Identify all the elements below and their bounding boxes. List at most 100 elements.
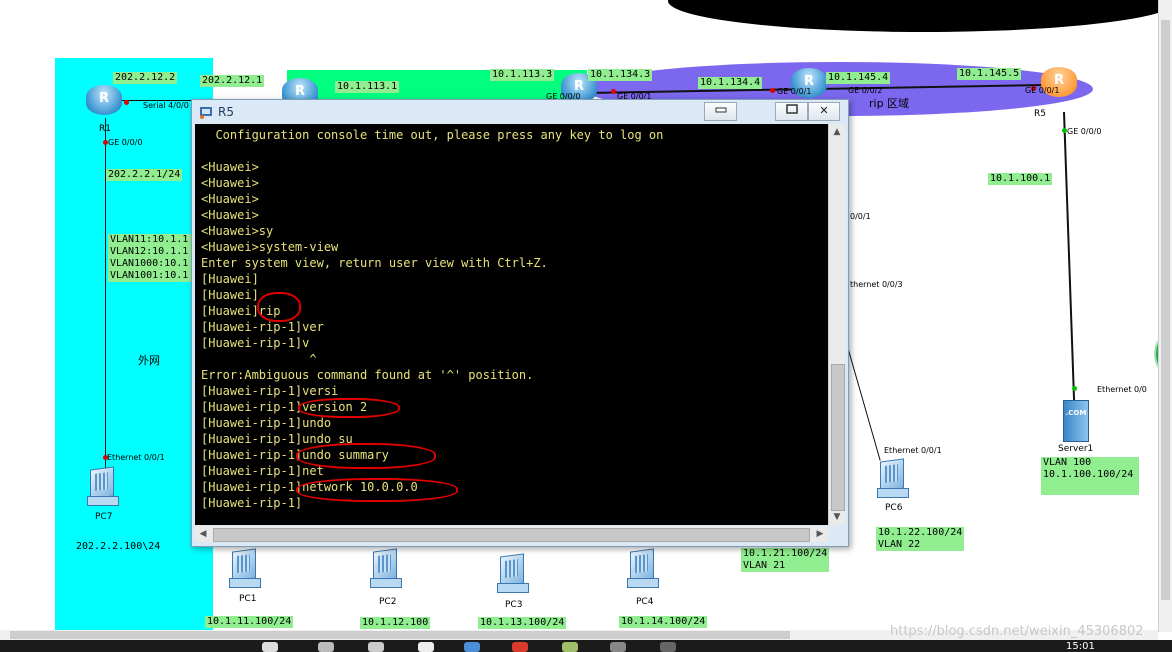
terminal-line: Enter system view, return user view with… — [201, 256, 548, 270]
scroll-down-arrow-icon[interactable]: ▼ — [829, 509, 845, 525]
annotation-circle-network — [296, 478, 458, 502]
window-titlebar[interactable]: R5 ✕ — [192, 100, 848, 124]
pc1-icon[interactable] — [226, 548, 262, 590]
terminal-line: <Huawei> — [201, 176, 259, 190]
pc2-name: PC2 — [379, 597, 397, 607]
port-dot — [124, 100, 129, 105]
scrollbar-thumb[interactable] — [831, 364, 845, 511]
ip-label[interactable]: 10.1.22.100/24 VLAN 22 — [876, 527, 965, 551]
page-vertical-scrollbar[interactable] — [1158, 0, 1172, 632]
ip-label[interactable]: 10.1.113.1 — [335, 81, 400, 93]
close-icon: ✕ — [819, 104, 829, 117]
minimize-icon — [715, 107, 726, 113]
scroll-left-arrow-icon[interactable]: ◀ — [195, 526, 211, 542]
scroll-up-arrow-icon[interactable]: ▲ — [829, 124, 845, 140]
r5-console-window[interactable]: R5 ✕ Configuration console time out, ple… — [191, 99, 849, 547]
terminal-line: Configuration console time out, please p… — [201, 128, 664, 142]
terminal-line: <Huawei> — [201, 208, 259, 222]
ip-label[interactable]: 10.1.12.100 — [360, 617, 431, 629]
ip-label[interactable]: 10.1.100.1 — [988, 173, 1053, 185]
ip-label[interactable]: 202.2.2.1/24 — [106, 169, 183, 181]
terminal-line: [Huawei-rip-1]versi — [201, 384, 339, 398]
pc7-name: PC7 — [95, 512, 113, 522]
ip-label[interactable]: 10.1.113.3 — [490, 69, 555, 81]
port-label: Ethernet 0/0 — [1097, 385, 1147, 394]
port-dot — [770, 88, 775, 93]
taskbar-app-icon[interactable] — [418, 642, 434, 652]
taskbar-clock[interactable]: 15:01 — [1066, 641, 1095, 652]
terminal-line: [Huawei-rip-1]net — [201, 464, 324, 478]
ip-label[interactable]: 10.1.145.4 — [826, 72, 891, 84]
terminal-line: ^ — [201, 352, 317, 366]
port-label: GE 0/0/1 — [1025, 86, 1060, 95]
port-label: thernet 0/0/3 — [850, 280, 903, 289]
ip-label[interactable]: 10.1.14.100/24 — [619, 616, 708, 628]
watermark: https://blog.csdn.net/weixin_45306802 — [890, 624, 1144, 639]
taskbar-app-icon[interactable] — [368, 642, 384, 652]
pc3-name: PC3 — [505, 600, 523, 610]
rip-area-label: rip 区域 — [869, 97, 910, 110]
r5-name: R5 — [1034, 109, 1046, 119]
terminal-line: <Huawei> — [201, 192, 259, 206]
port-dot — [1072, 386, 1077, 391]
pc6-name: PC6 — [885, 503, 903, 513]
ip-label[interactable]: 202.2.12.2 — [113, 72, 178, 84]
taskbar-app-icon[interactable] — [464, 642, 480, 652]
taskbar-app-icon[interactable] — [318, 642, 334, 652]
vlan-label[interactable]: VLAN11:10.1.1 VLAN12:10.1.1 VLAN1000:10.… — [108, 234, 196, 282]
terminal-line: <Huawei>sy — [201, 224, 274, 238]
scrollbar-thumb[interactable] — [1161, 20, 1170, 600]
taskbar-app-icon[interactable] — [610, 642, 626, 652]
ip-label[interactable]: 10.1.11.100/24 — [205, 616, 294, 628]
taskbar[interactable] — [0, 640, 1172, 652]
server1-name: Server1 — [1058, 444, 1094, 454]
terminal-horizontal-scrollbar[interactable]: ◀ ▶ — [195, 526, 828, 542]
terminal-line: [Huawei-rip-1]v — [201, 336, 310, 350]
pc6-icon[interactable] — [874, 458, 910, 500]
minimize-button[interactable] — [704, 102, 737, 121]
pc4-icon[interactable] — [624, 548, 660, 590]
terminal-line: [Huawei-rip-1] — [201, 496, 303, 510]
maximize-button[interactable] — [775, 102, 808, 121]
port-label: Serial 4/0/0 — [143, 101, 189, 110]
taskbar-app-icon[interactable] — [512, 642, 528, 652]
ip-label[interactable]: 202.2.12.1 — [200, 75, 265, 87]
port-dot — [611, 89, 616, 94]
router-glyph: R — [98, 91, 109, 106]
server1-icon[interactable]: .COM — [1059, 400, 1091, 444]
pc2-icon[interactable] — [367, 548, 403, 590]
ip-label[interactable]: 10.1.145.5 — [957, 68, 1022, 80]
taskbar-app-icon[interactable] — [660, 642, 676, 652]
port-label: 0/0/1 — [850, 212, 871, 221]
black-area-shape — [668, 0, 1158, 32]
scroll-right-arrow-icon[interactable]: ▶ — [812, 526, 828, 542]
terminal-line: [Huawei] — [201, 272, 259, 286]
pc4-name: PC4 — [636, 597, 654, 607]
scrollbar-thumb[interactable] — [213, 528, 810, 542]
pc3-icon[interactable] — [494, 553, 530, 595]
ip-label[interactable]: 10.1.134.3 — [588, 69, 653, 81]
close-button[interactable]: ✕ — [808, 102, 840, 121]
terminal-line: <Huawei>system-view — [201, 240, 339, 254]
terminal-line: Error:Ambiguous command found at '^' pos… — [201, 368, 534, 382]
r1-name: R1 — [99, 124, 111, 134]
ip-label[interactable]: 10.1.134.4 — [698, 77, 763, 89]
ip-label[interactable]: 10.1.13.100/24 — [478, 617, 567, 629]
ip-label[interactable]: 202.2.2.100\24 — [74, 541, 163, 553]
maximize-icon — [785, 104, 798, 114]
ip-label[interactable]: 10.1.21.100/24 VLAN 21 — [741, 548, 830, 572]
port-label: GE 0/0/0 — [108, 138, 143, 147]
taskbar-app-icon[interactable] — [262, 642, 278, 652]
port-label: Ethernet 0/0/1 — [884, 446, 942, 455]
ip-label[interactable]: VLAN 100 10.1.100.100/24 — [1041, 457, 1139, 495]
port-label: Ethernet 0/0/1 — [107, 453, 165, 462]
pc7-icon[interactable] — [84, 466, 120, 508]
scrollbar-thumb[interactable] — [10, 631, 790, 639]
window-title: R5 — [218, 105, 234, 119]
port-label: GE 0/0/0 — [1067, 127, 1102, 136]
terminal-output[interactable]: Configuration console time out, please p… — [195, 124, 828, 525]
router-r1[interactable]: R — [86, 85, 122, 115]
terminal-vertical-scrollbar[interactable]: ▲ ▼ — [828, 124, 845, 525]
annotation-circle-summary — [296, 443, 436, 469]
taskbar-app-icon[interactable] — [562, 642, 578, 652]
